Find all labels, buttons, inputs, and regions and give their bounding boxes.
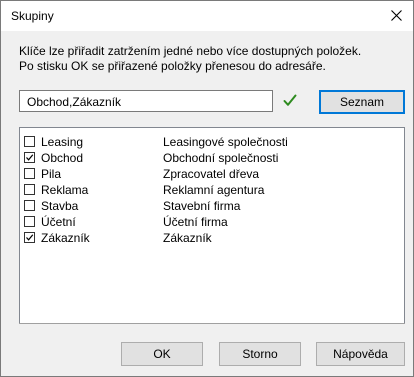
list-item[interactable]: Účetní Účetní firma bbox=[20, 214, 404, 230]
item-name: Obchod bbox=[41, 151, 84, 165]
instructions: Klíče lze přiřadit zatržením jedné nebo … bbox=[19, 44, 361, 74]
item-description: Zpracovatel dřeva bbox=[163, 167, 260, 181]
window-title: Skupiny bbox=[11, 9, 54, 23]
item-checkbox[interactable] bbox=[24, 200, 35, 211]
item-checkbox[interactable] bbox=[24, 152, 35, 163]
list-item[interactable]: Stavba Stavební firma bbox=[20, 198, 404, 214]
item-checkbox[interactable] bbox=[24, 232, 35, 243]
valid-check-icon bbox=[283, 94, 297, 106]
item-checkbox[interactable] bbox=[24, 168, 35, 179]
item-name: Reklama bbox=[41, 183, 89, 197]
item-checkbox[interactable] bbox=[24, 184, 35, 195]
list-button[interactable]: Seznam bbox=[319, 90, 405, 114]
item-description: Stavební firma bbox=[163, 199, 241, 213]
list-item[interactable]: Pila Zpracovatel dřeva bbox=[20, 166, 404, 182]
close-button[interactable] bbox=[381, 1, 413, 31]
cancel-button[interactable]: Storno bbox=[219, 342, 301, 366]
list-item[interactable]: Leasing Leasingové společnosti bbox=[20, 134, 404, 150]
item-name: Leasing bbox=[41, 135, 84, 149]
item-description: Zákazník bbox=[163, 231, 212, 245]
divider bbox=[19, 323, 405, 324]
item-name: Pila bbox=[41, 167, 62, 181]
item-name: Účetní bbox=[41, 215, 76, 229]
groups-list[interactable]: Leasing Leasingové společnosti Obchod Ob… bbox=[19, 127, 405, 324]
help-button[interactable]: Nápověda bbox=[316, 342, 405, 366]
item-name: Zákazník bbox=[41, 231, 90, 245]
ok-button[interactable]: OK bbox=[121, 342, 203, 366]
instructions-line-1: Klíče lze přiřadit zatržením jedné nebo … bbox=[19, 44, 362, 58]
item-description: Reklamní agentura bbox=[163, 183, 265, 197]
selected-groups-field[interactable]: Obchod,Zákazník bbox=[19, 90, 273, 112]
groups-dialog: Skupiny Klíče lze přiřadit zatržením jed… bbox=[0, 0, 414, 377]
item-description: Leasingové společnosti bbox=[163, 135, 288, 149]
list-item[interactable]: Zákazník Zákazník bbox=[20, 230, 404, 246]
checkmark-icon bbox=[26, 234, 34, 241]
instructions-line-2: Po stisku OK se přiřazené položky přenes… bbox=[19, 59, 326, 73]
close-icon bbox=[391, 10, 402, 21]
item-description: Účetní firma bbox=[163, 215, 228, 229]
list-item[interactable]: Reklama Reklamní agentura bbox=[20, 182, 404, 198]
item-checkbox[interactable] bbox=[24, 136, 35, 147]
checkmark-icon bbox=[26, 154, 34, 161]
list-item[interactable]: Obchod Obchodní společnosti bbox=[20, 150, 404, 166]
title-bar: Skupiny bbox=[1, 1, 413, 31]
item-description: Obchodní společnosti bbox=[163, 151, 279, 165]
item-checkbox[interactable] bbox=[24, 216, 35, 227]
item-name: Stavba bbox=[41, 199, 79, 213]
